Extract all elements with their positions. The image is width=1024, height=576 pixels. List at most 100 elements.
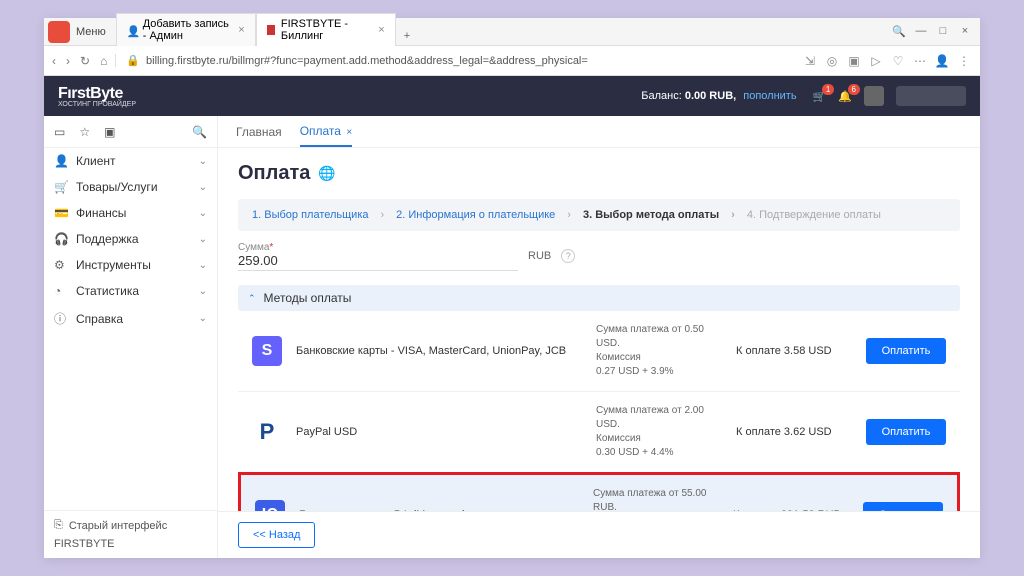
step-1[interactable]: 1. Выбор плательщика (252, 209, 384, 221)
method-topay: К оплате 3.62 USD (736, 426, 856, 438)
step-2[interactable]: 2. Информация о плательщике (396, 209, 571, 221)
step-3: 3. Выбор метода оплаты (583, 209, 735, 221)
ext-icon[interactable]: ▷ (868, 54, 884, 68)
lock-icon: 🔒 (126, 54, 140, 67)
close-icon[interactable]: × (378, 24, 384, 36)
chart-icon: ◔ (54, 284, 68, 298)
maximize-icon[interactable]: □ (934, 25, 952, 38)
profile-icon[interactable]: 👤 (934, 54, 950, 68)
exit-icon: ⎘ (54, 519, 63, 532)
search-icon[interactable]: 🔍 (192, 125, 207, 139)
main: Главная Оплата × Оплата 🌐 1. Выбор плате… (218, 116, 980, 558)
tab-inactive[interactable]: 👤 Добавить запись - Админ × (116, 13, 256, 46)
header-icons: 🛒1 🔔6 (813, 86, 966, 106)
briefcase-icon[interactable]: ▣ (104, 125, 115, 139)
ext-icon[interactable]: ▣ (846, 54, 862, 68)
search-icon[interactable]: 🔍 (890, 25, 908, 38)
sidebar-icon[interactable]: ▭ (54, 125, 65, 139)
balance-value: 0.00 RUB, (685, 90, 736, 102)
tab-payment[interactable]: Оплата × (300, 124, 352, 147)
topup-link[interactable]: пополнить (743, 90, 796, 102)
sidebar-item-help[interactable]: ⓘСправка⌄ (44, 304, 217, 333)
balance-label: Баланс: (641, 90, 682, 102)
chevron-down-icon: ⌄ (199, 234, 207, 245)
sidebar-item-finance[interactable]: 💳Финансы⌄ (44, 200, 217, 226)
methods-header[interactable]: ⌃ Методы оплаты (238, 285, 960, 311)
sidebar-item-support[interactable]: 🎧Поддержка⌄ (44, 226, 217, 252)
ext-icon[interactable]: ⋯ (912, 54, 928, 68)
reload-icon[interactable]: ↻ (80, 54, 90, 68)
cart-icon[interactable]: 🛒1 (813, 90, 827, 103)
help-icon[interactable]: ? (561, 249, 575, 263)
window-controls: 🔍 — □ × (890, 25, 980, 38)
ext-icon[interactable]: ♡ (890, 54, 906, 68)
sidebar-item-products[interactable]: 🛒Товары/Услуги⌄ (44, 174, 217, 200)
chevron-down-icon: ⌄ (199, 286, 207, 297)
pay-button[interactable]: Оплатить (866, 338, 946, 364)
step-4: 4. Подтверждение оплаты (747, 209, 881, 221)
app-body: ▭ ☆ ▣ 🔍 👤Клиент⌄ 🛒Товары/Услуги⌄ 💳Финанс… (44, 116, 980, 558)
payment-method-paypal[interactable]: P PayPal USD Сумма платежа от 2.00 USD.К… (238, 392, 960, 473)
user-icon: 👤 (54, 154, 68, 168)
menu-dots-icon[interactable]: ⋮ (956, 54, 972, 68)
app-header: FırstByte ХОСТИНГ ПРОВАЙДЕР Баланс: 0.00… (44, 76, 980, 116)
payment-methods: S Банковские карты - VISA, MasterCard, U… (238, 311, 960, 511)
ext-icon[interactable]: ◎ (824, 54, 840, 68)
sidebar-item-label: Инструменты (76, 258, 151, 272)
stripe-icon: S (252, 336, 282, 366)
method-details: Сумма платежа от 0.50 USD.Комиссия0.27 U… (596, 323, 726, 379)
page-title: Оплата 🌐 (238, 162, 960, 185)
tab-main[interactable]: Главная (236, 125, 282, 139)
home-icon[interactable]: ⌂ (100, 54, 107, 68)
content: Оплата 🌐 1. Выбор плательщика 2. Информа… (218, 148, 980, 511)
new-tab-button[interactable]: + (396, 26, 418, 46)
avatar[interactable] (864, 86, 884, 106)
minimize-icon[interactable]: — (912, 25, 930, 38)
sidebar-item-stats[interactable]: ◔Статистика⌄ (44, 278, 217, 304)
amount-field[interactable]: Сумма* 259.00 (238, 241, 518, 271)
close-icon[interactable]: × (238, 24, 244, 36)
cart-badge: 1 (822, 84, 834, 95)
yoomoney-icon: Ю (255, 500, 285, 511)
menu-label: Меню (76, 26, 106, 38)
user-dropdown[interactable] (896, 86, 966, 106)
amount-row: Сумма* 259.00 RUB ? (238, 241, 960, 271)
payment-method-rf-cards[interactable]: Ю Банковские карты РФ (Мир и др) Сумма п… (238, 472, 960, 511)
old-interface-link[interactable]: ⎘Старый интерфейс (54, 519, 207, 532)
chevron-down-icon: ⌄ (199, 260, 207, 271)
favicon (267, 25, 275, 35)
pay-button[interactable]: Оплатить (863, 502, 943, 511)
opera-menu-button[interactable] (48, 21, 70, 43)
sidebar-item-label: Товары/Услуги (76, 180, 158, 194)
back-button[interactable]: << Назад (238, 522, 315, 548)
bell-badge: 6 (848, 84, 860, 95)
star-icon[interactable]: ☆ (79, 125, 90, 139)
method-details: Сумма платежа от 2.00 USD.Комиссия0.30 U… (596, 404, 726, 460)
method-title: PayPal USD (296, 426, 586, 438)
payment-method-stripe[interactable]: S Банковские карты - VISA, MasterCard, U… (238, 311, 960, 392)
address-bar: ‹ › ↻ ⌂ 🔒 billing.firstbyte.ru/billmgr#?… (44, 46, 980, 76)
browser-window: Меню 👤 Добавить запись - Админ × FIRSTBY… (44, 18, 980, 558)
sidebar-item-client[interactable]: 👤Клиент⌄ (44, 148, 217, 174)
sidebar-bottom: ⎘Старый интерфейс FIRSTBYTE (44, 510, 217, 558)
close-icon[interactable]: × (346, 127, 352, 138)
back-icon[interactable]: ‹ (52, 54, 56, 68)
sidebar-item-label: Справка (76, 312, 123, 326)
forward-icon[interactable]: › (66, 54, 70, 68)
address-extensions: ⇲ ◎ ▣ ▷ ♡ ⋯ 👤 ⋮ (802, 54, 972, 68)
paypal-icon: P (252, 417, 282, 447)
sidebar-item-tools[interactable]: ⚙ Инструменты ⌄ (44, 252, 217, 278)
method-topay: К оплате 3.58 USD (736, 345, 856, 357)
bell-icon[interactable]: 🔔6 (838, 90, 852, 103)
logo-subtitle: ХОСТИНГ ПРОВАЙДЕР (58, 101, 136, 108)
tab-active[interactable]: FIRSTBYTE - Биллинг × (256, 13, 396, 46)
methods-header-label: Методы оплаты (264, 291, 352, 305)
logo-text: FırstByte (58, 85, 123, 102)
url-box[interactable]: 🔒 billing.firstbyte.ru/billmgr#?func=pay… (115, 54, 794, 67)
chevron-down-icon: ⌄ (199, 182, 207, 193)
sidebar-item-label: Клиент (76, 154, 116, 168)
close-window-icon[interactable]: × (956, 25, 974, 38)
gear-icon: ⚙ (54, 258, 68, 272)
ext-icon[interactable]: ⇲ (802, 54, 818, 68)
pay-button[interactable]: Оплатить (866, 419, 946, 445)
